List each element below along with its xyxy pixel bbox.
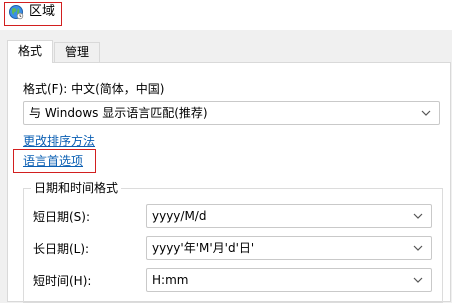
title-bar: 区域 — [0, 0, 452, 30]
change-sort-method-link[interactable]: 更改排序方法 — [23, 133, 95, 149]
tab-manage[interactable]: 管理 — [54, 42, 100, 62]
short-date-label: 短日期(S): — [33, 210, 91, 224]
long-date-select[interactable]: yyyy'年'M'月'd'日' — [146, 236, 432, 260]
long-date-value: yyyy'年'M'月'd'日' — [152, 241, 255, 255]
chevron-down-icon — [413, 277, 423, 283]
chevron-down-icon — [421, 110, 431, 116]
short-date-select[interactable]: yyyy/M/d — [146, 204, 432, 228]
tab-format[interactable]: 格式 — [7, 40, 53, 63]
format-label: 格式(F): 中文(简体，中国) — [23, 82, 165, 96]
format-select-value: 与 Windows 显示语言匹配(推荐) — [29, 106, 208, 120]
short-time-value: H:mm — [152, 273, 189, 287]
long-date-label: 长日期(L): — [33, 242, 90, 256]
globe-region-icon — [9, 5, 24, 20]
short-date-value: yyyy/M/d — [152, 209, 207, 223]
short-time-select[interactable]: H:mm — [146, 268, 432, 292]
chevron-down-icon — [413, 213, 423, 219]
format-select[interactable]: 与 Windows 显示语言匹配(推荐) — [23, 101, 440, 125]
datetime-group-title: 日期和时间格式 — [31, 180, 122, 196]
chevron-down-icon — [413, 245, 423, 251]
short-time-label: 短时间(H): — [33, 274, 92, 288]
window-title: 区域 — [29, 4, 56, 19]
language-preferences-link[interactable]: 语言首选项 — [23, 153, 83, 169]
